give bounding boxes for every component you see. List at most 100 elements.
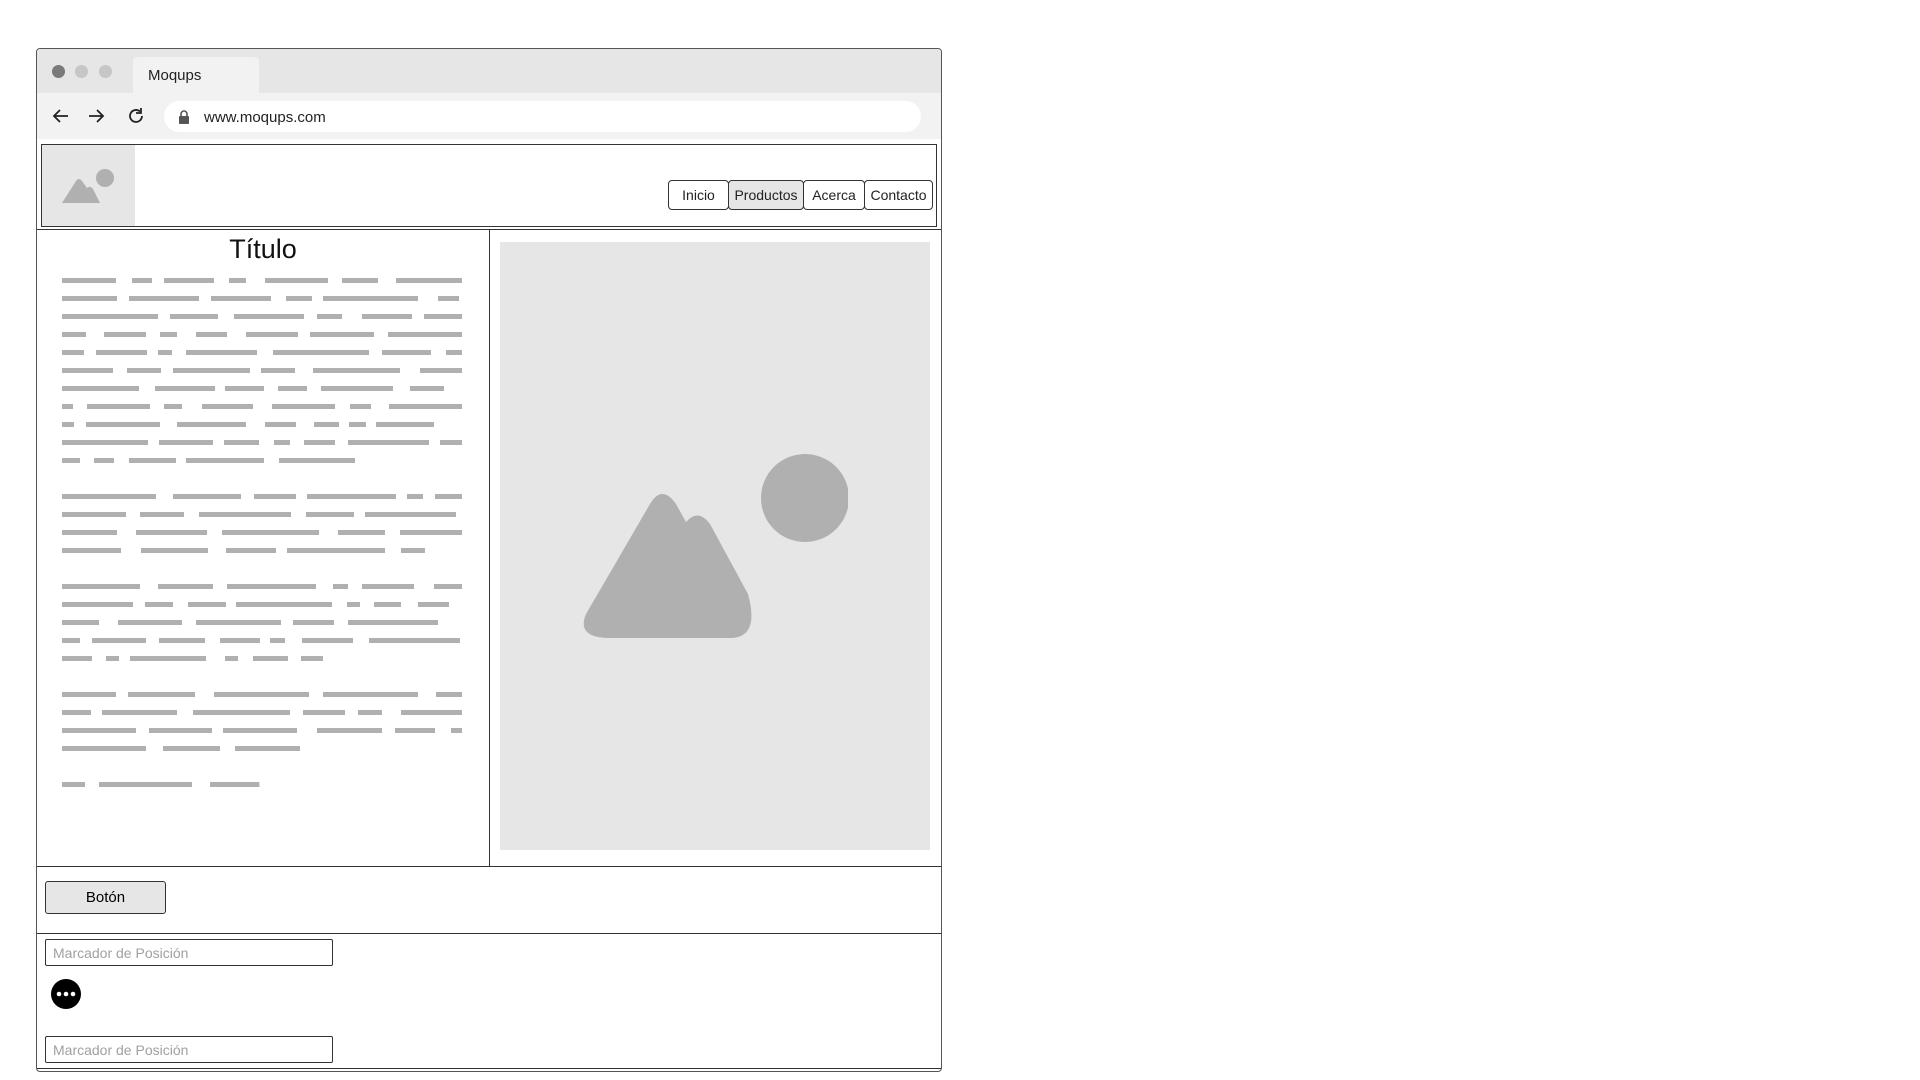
text-line-segment [358, 710, 382, 715]
text-line-segment [177, 422, 246, 427]
more-options-button[interactable] [51, 979, 81, 1009]
action-button[interactable]: Botón [45, 881, 166, 914]
text-line-segment [159, 638, 205, 643]
text-line-segment [236, 602, 332, 607]
text-line-segment [62, 746, 146, 751]
text-line-segment [350, 404, 371, 409]
text-line-segment [62, 296, 117, 301]
text-line-segment [317, 728, 382, 733]
text-line-segment [226, 548, 276, 553]
text-line-segment [410, 386, 444, 391]
text-line-segment [234, 314, 304, 319]
text-line-segment [323, 692, 418, 697]
text-line-segment [376, 422, 434, 427]
text-line-segment [395, 728, 435, 733]
text-line-segment [62, 314, 158, 319]
address-bar[interactable]: www.moqups.com [164, 101, 921, 132]
text-line-segment [313, 368, 400, 373]
window-close-dot[interactable] [52, 65, 65, 78]
text-line-segment [286, 296, 312, 301]
text-line-segment [235, 746, 300, 751]
text-line-segment [224, 440, 259, 445]
text-line-segment [223, 728, 297, 733]
text-line-segment [253, 656, 288, 661]
text-line-segment [62, 620, 99, 625]
text-line-segment [62, 548, 121, 553]
text-line-segment [436, 692, 462, 697]
text-line-segment [396, 278, 462, 283]
text-line-segment [104, 332, 146, 337]
text-line-segment [278, 386, 307, 391]
text-line-segment [434, 584, 462, 589]
text-line-segment [438, 296, 459, 301]
text-line-segment [145, 602, 173, 607]
tab-title: Moqups [148, 67, 202, 84]
text-line-segment [196, 332, 227, 337]
text-line-segment [347, 602, 360, 607]
forward-button[interactable] [83, 103, 109, 129]
form-section [37, 934, 941, 1069]
text-line-segment [254, 494, 296, 499]
text-line-segment [349, 422, 366, 427]
text-line-segment [170, 314, 218, 319]
text-line-segment [374, 602, 401, 607]
text-line-segment [141, 548, 208, 553]
text-line-segment [164, 404, 182, 409]
text-line-segment [323, 296, 418, 301]
text-line-segment [211, 296, 271, 301]
text-field-2[interactable] [45, 1036, 333, 1063]
text-line-segment [369, 638, 460, 643]
text-line-segment [62, 440, 148, 445]
text-line-segment [270, 638, 285, 643]
text-line-segment [129, 296, 199, 301]
image-placeholder-icon [62, 169, 114, 203]
text-line-segment [314, 422, 339, 427]
text-line-segment [202, 404, 253, 409]
window-minimize-dot[interactable] [75, 65, 88, 78]
nav-item-productos[interactable]: Productos [728, 180, 804, 210]
text-line-segment [62, 692, 116, 697]
text-line-segment [287, 548, 385, 553]
reload-icon [129, 108, 143, 123]
text-lines-graphic [62, 278, 462, 787]
text-line-segment [92, 638, 146, 643]
text-line-segment [62, 404, 73, 409]
text-line-segment [229, 278, 246, 283]
text-line-segment [86, 422, 160, 427]
text-line-segment [106, 656, 119, 661]
lock-icon [179, 110, 189, 124]
text-line-segment [222, 530, 319, 535]
text-line-segment [62, 710, 91, 715]
text-line-segment [400, 530, 462, 535]
text-line-segment [130, 656, 206, 661]
text-line-segment [220, 638, 260, 643]
forward-arrow-icon [89, 109, 105, 123]
text-line-segment [418, 602, 449, 607]
reload-button[interactable] [123, 103, 149, 129]
browser-window: Moqups www.moqups.com Inicio Productos A… [36, 48, 942, 1072]
text-line-segment [62, 386, 139, 391]
nav-menu: Inicio Productos Acerca Contacto [668, 180, 933, 210]
window-maximize-dot[interactable] [99, 65, 112, 78]
nav-item-inicio[interactable]: Inicio [668, 180, 729, 210]
back-button[interactable] [48, 103, 74, 129]
image-placeholder-icon [583, 454, 848, 638]
text-line-segment [310, 332, 374, 337]
text-line-segment [302, 638, 353, 643]
text-line-segment [87, 404, 150, 409]
text-line-segment [342, 278, 378, 283]
text-line-segment [62, 278, 116, 283]
text-line-segment [62, 584, 140, 589]
text-line-segment [304, 440, 335, 445]
text-line-segment [293, 620, 334, 625]
text-line-segment [307, 494, 396, 499]
nav-item-contacto[interactable]: Contacto [864, 180, 933, 210]
text-line-segment [62, 350, 84, 355]
browser-tab[interactable]: Moqups [133, 57, 259, 93]
text-field-1[interactable] [45, 939, 333, 966]
text-line-segment [164, 278, 214, 283]
text-line-segment [303, 710, 345, 715]
placeholder-text-block [62, 274, 462, 854]
nav-item-acerca[interactable]: Acerca [803, 180, 865, 210]
text-line-segment [149, 728, 212, 733]
